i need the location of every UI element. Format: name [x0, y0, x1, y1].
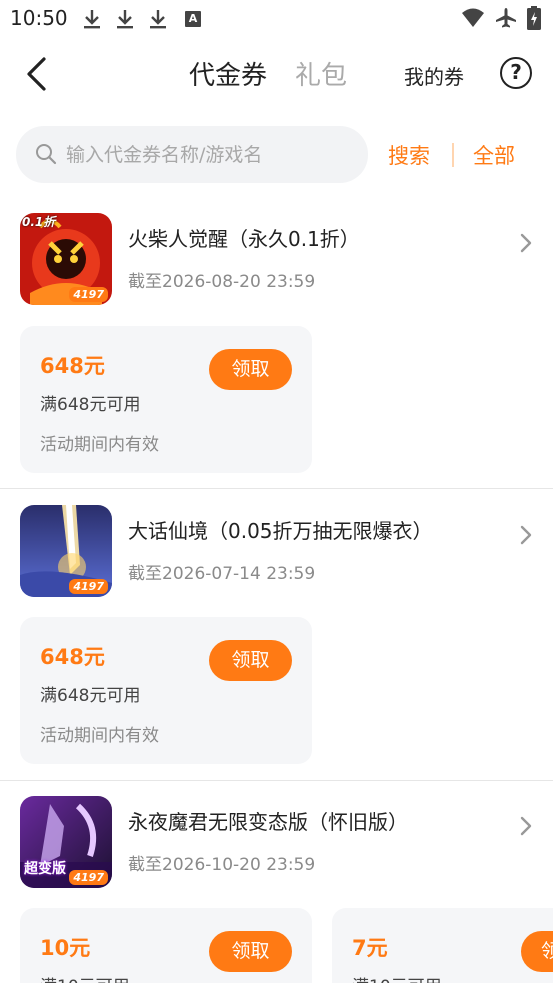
game-expiry: 截至2026-07-14 23:59 — [128, 564, 316, 584]
my-vouchers-link[interactable]: 我的券 — [404, 61, 464, 90]
chevron-right-icon[interactable] — [516, 814, 536, 838]
wifi-icon — [462, 8, 484, 27]
voucher-card: 648元 满648元可用 活动期间内有效 领取 — [20, 617, 312, 764]
voucher-amount: 648元 — [40, 354, 105, 378]
game-title[interactable]: 火柴人觉醒（永久0.1折） — [128, 223, 360, 252]
search-box — [16, 126, 368, 183]
back-button[interactable] — [18, 54, 58, 94]
nav-bar: 代金券 礼包 我的券 ? — [0, 40, 553, 108]
game-icon-text: 超变版 — [24, 861, 66, 877]
notification-icons: A — [82, 8, 201, 30]
search-icon — [36, 144, 57, 165]
game-section: 0.1折 4197 火柴人觉醒（永久0.1折） 截至2026-08-20 23:… — [0, 213, 553, 481]
chevron-right-icon[interactable] — [516, 231, 536, 255]
download-icon — [82, 8, 102, 30]
question-circle-icon[interactable]: ? — [500, 57, 532, 89]
voucher-card: 648元 满648元可用 活动期间内有效 领取 — [20, 326, 312, 473]
claim-button[interactable]: 领取 — [209, 640, 292, 681]
game-expiry: 截至2026-10-20 23:59 — [128, 855, 316, 875]
chevron-left-icon — [27, 57, 46, 91]
game-icon[interactable]: 超变版 4197 — [20, 796, 112, 888]
chevron-right-icon[interactable] — [516, 523, 536, 547]
game-icon-text: 0.1折 — [22, 215, 56, 229]
download-icon — [148, 8, 168, 30]
search-divider — [452, 143, 454, 167]
game-title[interactable]: 永夜魔君无限变态版（怀旧版） — [128, 806, 408, 835]
claim-button[interactable]: 领 — [521, 931, 553, 972]
search-input[interactable] — [66, 126, 356, 183]
voucher-period: 活动期间内有效 — [40, 435, 159, 455]
game-badge: 4197 — [69, 870, 108, 885]
voucher-condition: 满10元可用 — [40, 972, 130, 983]
tab-vouchers[interactable]: 代金券 — [189, 55, 267, 92]
game-expiry: 截至2026-08-20 23:59 — [128, 272, 316, 292]
game-section: 超变版 4197 永夜魔君无限变态版（怀旧版） 截至2026-10-20 23:… — [0, 796, 553, 983]
font-icon: A — [185, 11, 201, 27]
section-divider — [0, 488, 553, 489]
system-icons — [461, 6, 541, 30]
voucher-card: 10元 满10元可用 领取 — [20, 908, 312, 983]
status-time: 10:50 — [10, 6, 68, 30]
game-icon[interactable]: 4197 — [20, 505, 112, 597]
filter-all-button[interactable]: 全部 — [473, 140, 515, 170]
voucher-condition: 满648元可用 — [40, 395, 141, 415]
airplane-icon — [496, 8, 516, 28]
battery-charging-icon — [527, 6, 541, 30]
game-section: 4197 大话仙境（0.05折万抽无限爆衣） 截至2026-07-14 23:5… — [0, 505, 553, 773]
claim-button[interactable]: 领取 — [209, 931, 292, 972]
voucher-condition: 满10元可用 — [352, 972, 442, 983]
section-divider — [0, 780, 553, 781]
game-title[interactable]: 大话仙境（0.05折万抽无限爆衣） — [128, 515, 433, 544]
voucher-amount: 10元 — [40, 936, 91, 960]
game-badge: 4197 — [69, 287, 108, 302]
voucher-period: 活动期间内有效 — [40, 726, 159, 746]
tab-gifts[interactable]: 礼包 — [295, 55, 347, 92]
game-badge: 4197 — [69, 579, 108, 594]
claim-button[interactable]: 领取 — [209, 349, 292, 390]
download-icon — [115, 8, 135, 30]
voucher-condition: 满648元可用 — [40, 686, 141, 706]
search-button[interactable]: 搜索 — [388, 140, 430, 170]
voucher-amount: 648元 — [40, 645, 105, 669]
voucher-card: 7元 满10元可用 领 — [332, 908, 553, 983]
status-bar: 10:50 A — [0, 0, 553, 38]
voucher-amount: 7元 — [352, 936, 388, 960]
game-icon[interactable]: 0.1折 4197 — [20, 213, 112, 305]
